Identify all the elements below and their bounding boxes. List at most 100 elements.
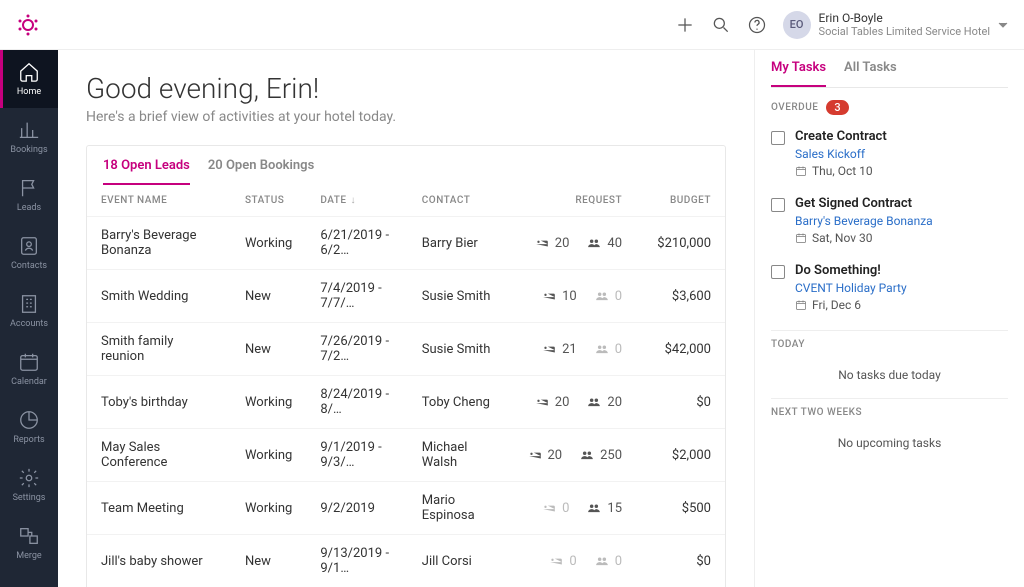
chart-icon (18, 119, 40, 141)
sidebar-item-label: Leads (17, 203, 41, 213)
col-contact[interactable]: CONTACT (408, 185, 509, 217)
page-subtitle: Here's a brief view of activities at you… (86, 109, 726, 125)
main-content: Good evening, Erin! Here's a brief view … (58, 50, 754, 587)
calendar-icon (18, 351, 40, 373)
cell-request: 10 0 (509, 270, 636, 323)
sidebar-item-accounts[interactable]: Accounts (0, 282, 58, 340)
home-icon (18, 61, 40, 83)
cell-contact: Toby Cheng (408, 376, 509, 429)
next-empty: No upcoming tasks (771, 426, 1008, 460)
cell-date: 6/21/2019 - 6/2… (306, 217, 407, 270)
cell-event: May Sales Conference (87, 429, 231, 482)
task-date: Thu, Oct 10 (795, 164, 887, 178)
sidebar-item-settings[interactable]: Settings (0, 456, 58, 514)
user-menu[interactable]: EO Erin O-Boyle Social Tables Limited Se… (783, 11, 1008, 39)
cell-status: New (231, 323, 306, 376)
cell-status: New (231, 535, 306, 587)
task-checkbox[interactable] (771, 265, 785, 279)
col-date[interactable]: DATE↓ (306, 185, 407, 217)
add-icon[interactable] (675, 15, 695, 35)
sidebar-item-bookings[interactable]: Bookings (0, 108, 58, 166)
col-status[interactable]: STATUS (231, 185, 306, 217)
task-date: Sat, Nov 30 (795, 231, 933, 245)
task-title: Get Signed Contract (795, 196, 933, 211)
task-item: Do Something!CVENT Holiday Party Fri, De… (771, 257, 1008, 324)
leads-card: 18 Open Leads 20 Open Bookings EVENT NAM… (86, 145, 726, 587)
sidebar-item-calendar[interactable]: Calendar (0, 340, 58, 398)
col-event[interactable]: EVENT NAME (87, 185, 231, 217)
user-hotel: Social Tables Limited Service Hotel (819, 25, 990, 38)
people-icon: 40 (587, 236, 622, 251)
sidebar-item-leads[interactable]: Leads (0, 166, 58, 224)
cell-event: Team Meeting (87, 482, 231, 535)
user-name: Erin O-Boyle (819, 11, 990, 25)
sidebar-item-reports[interactable]: Reports (0, 398, 58, 456)
cell-contact: Barry Bier (408, 217, 509, 270)
cell-status: New (231, 270, 306, 323)
table-row[interactable]: Smith WeddingNew7/4/2019 - 7/7/…Susie Sm… (87, 270, 725, 323)
bed-icon: 20 (528, 448, 563, 463)
task-date: Fri, Dec 6 (795, 298, 907, 312)
table-row[interactable]: Team MeetingWorking9/2/2019Mario Espinos… (87, 482, 725, 535)
tab-all-tasks[interactable]: All Tasks (844, 60, 897, 87)
cell-request: 0 0 (509, 535, 636, 587)
cell-contact: Michael Walsh (408, 429, 509, 482)
col-request[interactable]: REQUEST (509, 185, 636, 217)
task-item: Get Signed Contract Barry's Beverage Bona… (771, 190, 1008, 257)
bed-icon: 0 (542, 501, 569, 516)
task-link[interactable]: CVENT Holiday Party (795, 281, 907, 295)
tasks-panel: My Tasks All Tasks OVERDUE 3 Create Cont… (754, 50, 1024, 587)
people-icon: 20 (587, 395, 622, 410)
task-link[interactable]: Barry's Beverage Bonanza (795, 214, 933, 228)
bed-icon: 20 (535, 236, 570, 251)
overdue-heading: OVERDUE 3 (771, 100, 1008, 115)
cell-event: Smith family reunion (87, 323, 231, 376)
cell-request: 21 0 (509, 323, 636, 376)
search-icon[interactable] (711, 15, 731, 35)
cell-contact: Susie Smith (408, 270, 509, 323)
table-row[interactable]: Jill's baby showerNew9/13/2019 - 9/1…Jil… (87, 535, 725, 587)
today-heading: TODAY (771, 339, 1008, 350)
cell-date: 9/13/2019 - 9/1… (306, 535, 407, 587)
gear-icon (18, 467, 40, 489)
leads-table: EVENT NAME STATUS DATE↓ CONTACT REQUEST … (87, 185, 725, 587)
bed-icon: 10 (542, 289, 577, 304)
cell-status: Working (231, 217, 306, 270)
table-row[interactable]: Toby's birthdayWorking8/24/2019 - 8/…Tob… (87, 376, 725, 429)
sidebar: Home Bookings Leads Contacts Accounts Ca… (0, 50, 58, 587)
tab-open-bookings[interactable]: 20 Open Bookings (208, 158, 314, 185)
sidebar-item-merge[interactable]: Merge (0, 514, 58, 572)
cell-request: 20 250 (509, 429, 636, 482)
sidebar-item-label: Settings (13, 493, 46, 503)
task-checkbox[interactable] (771, 131, 785, 145)
table-row[interactable]: May Sales ConferenceWorking9/1/2019 - 9/… (87, 429, 725, 482)
cell-date: 9/2/2019 (306, 482, 407, 535)
pie-icon (18, 409, 40, 431)
sidebar-item-contacts[interactable]: Contacts (0, 224, 58, 282)
people-icon: 0 (595, 554, 622, 569)
help-icon[interactable] (747, 15, 767, 35)
task-checkbox[interactable] (771, 198, 785, 212)
table-row[interactable]: Smith family reunionNew7/26/2019 - 7/2…S… (87, 323, 725, 376)
table-row[interactable]: Barry's Beverage BonanzaWorking6/21/2019… (87, 217, 725, 270)
cell-status: Working (231, 376, 306, 429)
cell-contact: Mario Espinosa (408, 482, 509, 535)
cell-request: 0 15 (509, 482, 636, 535)
cell-status: Working (231, 482, 306, 535)
building-icon (18, 293, 40, 315)
sidebar-item-home[interactable]: Home (0, 50, 58, 108)
tab-my-tasks[interactable]: My Tasks (771, 60, 826, 87)
task-link[interactable]: Sales Kickoff (795, 147, 887, 161)
cell-event: Jill's baby shower (87, 535, 231, 587)
top-header: EO Erin O-Boyle Social Tables Limited Se… (0, 0, 1024, 50)
cell-status: Working (231, 429, 306, 482)
cell-date: 9/1/2019 - 9/3/… (306, 429, 407, 482)
sidebar-item-label: Accounts (10, 319, 48, 329)
sidebar-item-label: Reports (13, 435, 44, 445)
sort-arrow-icon: ↓ (351, 195, 357, 206)
tab-open-leads[interactable]: 18 Open Leads (103, 158, 190, 185)
people-icon: 0 (595, 289, 622, 304)
avatar: EO (783, 11, 811, 39)
col-budget[interactable]: BUDGET (636, 185, 725, 217)
sidebar-item-label: Bookings (10, 145, 47, 155)
